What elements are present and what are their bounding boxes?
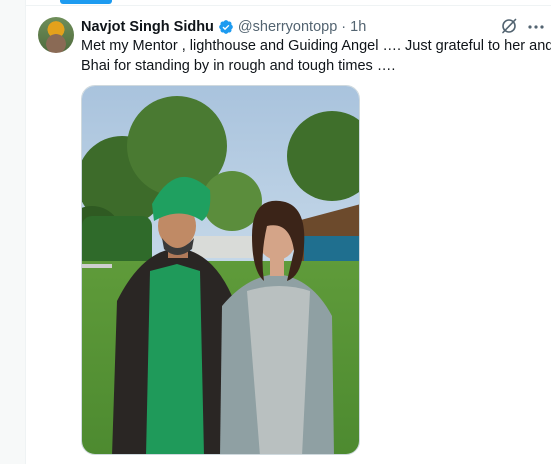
more-icon[interactable] <box>527 18 545 36</box>
tweet-text-line-2: Bhai for standing by in rough and tough … <box>81 57 396 74</box>
grok-slash-icon[interactable] <box>500 17 518 35</box>
top-divider <box>26 5 551 6</box>
tweet-timestamp[interactable]: 1h <box>350 19 366 35</box>
left-gutter <box>0 0 25 464</box>
active-tab-indicator <box>60 0 112 4</box>
tweet-text-line-1: Met my Mentor , lighthouse and Guiding A… <box>81 38 551 54</box>
photo-illustration <box>82 86 359 454</box>
author-handle[interactable]: @sherryontopp <box>238 19 337 35</box>
separator-dot: · <box>341 19 347 35</box>
verified-badge-icon <box>218 19 234 35</box>
tweet-header: Navjot Singh Sidhu @sherryontopp · 1h <box>81 17 366 37</box>
author-name[interactable]: Navjot Singh Sidhu <box>81 19 214 35</box>
tweet-photo[interactable] <box>81 85 360 455</box>
tweet-text: Met my Mentor , lighthouse and Guiding A… <box>81 37 551 76</box>
author-avatar[interactable] <box>38 17 74 53</box>
